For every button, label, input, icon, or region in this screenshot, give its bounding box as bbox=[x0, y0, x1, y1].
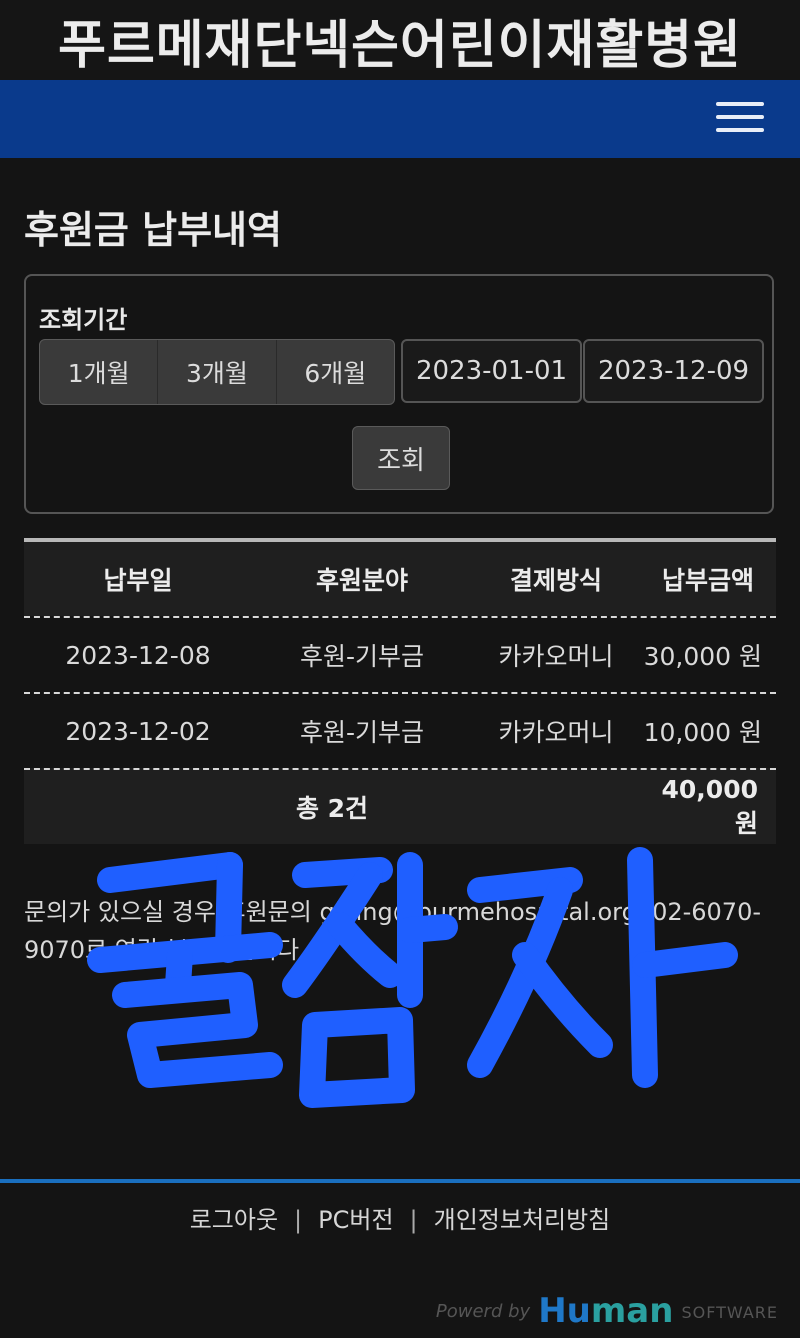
handwritten-signature bbox=[87, 847, 738, 1108]
row-amount: 10,000 원 bbox=[643, 718, 762, 747]
table-header-row: 납부일 후원분야 결제방식 납부금액 bbox=[24, 542, 776, 616]
donation-table: 납부일 후원분야 결제방식 납부금액 2023-12-08 후원-기부금 카카오… bbox=[24, 538, 776, 844]
row-method: 카카오머니 bbox=[498, 718, 614, 747]
start-date-input[interactable]: 2023-01-01 bbox=[401, 339, 582, 403]
page-title: 후원금 납부내역 bbox=[24, 208, 282, 252]
row-amount: 30,000 원 bbox=[643, 642, 762, 671]
row-field: 후원-기부금 bbox=[299, 718, 425, 747]
period-button-group: 1개월 3개월 6개월 bbox=[39, 339, 395, 405]
search-button[interactable]: 조회 bbox=[352, 426, 450, 490]
site-title: 푸르메재단넥슨어린이재활병원 bbox=[0, 0, 800, 80]
period-6-month-button[interactable]: 6개월 bbox=[277, 340, 394, 404]
header-amount: 납부금액 bbox=[661, 566, 754, 595]
powered-by-logo: Powerd by Human SOFTWARE bbox=[436, 1288, 778, 1328]
total-count: 총 2건 bbox=[295, 794, 369, 823]
logout-link[interactable]: 로그아웃 bbox=[190, 1206, 278, 1234]
software-text: SOFTWARE bbox=[681, 1303, 778, 1322]
navbar bbox=[0, 80, 800, 158]
period-1-month-button[interactable]: 1개월 bbox=[40, 340, 159, 404]
footer-separator: | bbox=[294, 1206, 303, 1234]
table-row: 2023-12-08 후원-기부금 카카오머니 30,000 원 bbox=[24, 616, 776, 692]
footer-links: 로그아웃 | PC버전 | 개인정보처리방침 bbox=[0, 1200, 800, 1235]
header-donation-field: 후원분야 bbox=[315, 566, 408, 595]
header-payment-date: 납부일 bbox=[103, 566, 173, 595]
table-total-row: 총 2건 40,000원 bbox=[24, 768, 776, 844]
human-logo: Human bbox=[538, 1291, 674, 1331]
period-label: 조회기간 bbox=[39, 306, 128, 334]
end-date-input[interactable]: 2023-12-09 bbox=[583, 339, 764, 403]
period-3-month-button[interactable]: 3개월 bbox=[158, 340, 277, 404]
hamburger-menu-icon[interactable] bbox=[716, 102, 764, 138]
table-row: 2023-12-02 후원-기부금 카카오머니 10,000 원 bbox=[24, 692, 776, 768]
privacy-policy-link[interactable]: 개인정보처리방침 bbox=[434, 1206, 611, 1234]
row-field: 후원-기부금 bbox=[299, 642, 425, 671]
total-amount: 40,000원 bbox=[661, 774, 758, 838]
powered-by-text: Powerd by bbox=[435, 1301, 531, 1322]
search-filter-panel: 조회기간 1개월 3개월 6개월 2023-01-01 2023-12-09 조… bbox=[24, 274, 774, 514]
row-method: 카카오머니 bbox=[498, 642, 614, 671]
footer-separator: | bbox=[409, 1206, 418, 1234]
row-date: 2023-12-08 bbox=[65, 640, 211, 670]
header-payment-method: 결제방식 bbox=[509, 566, 602, 595]
inquiry-notice: 문의가 있으실 경우 후원문의 giving@purmehospital.org… bbox=[24, 898, 762, 964]
footer-divider bbox=[0, 1179, 800, 1183]
row-date: 2023-12-02 bbox=[65, 716, 211, 746]
pc-version-link[interactable]: PC버전 bbox=[318, 1206, 393, 1234]
